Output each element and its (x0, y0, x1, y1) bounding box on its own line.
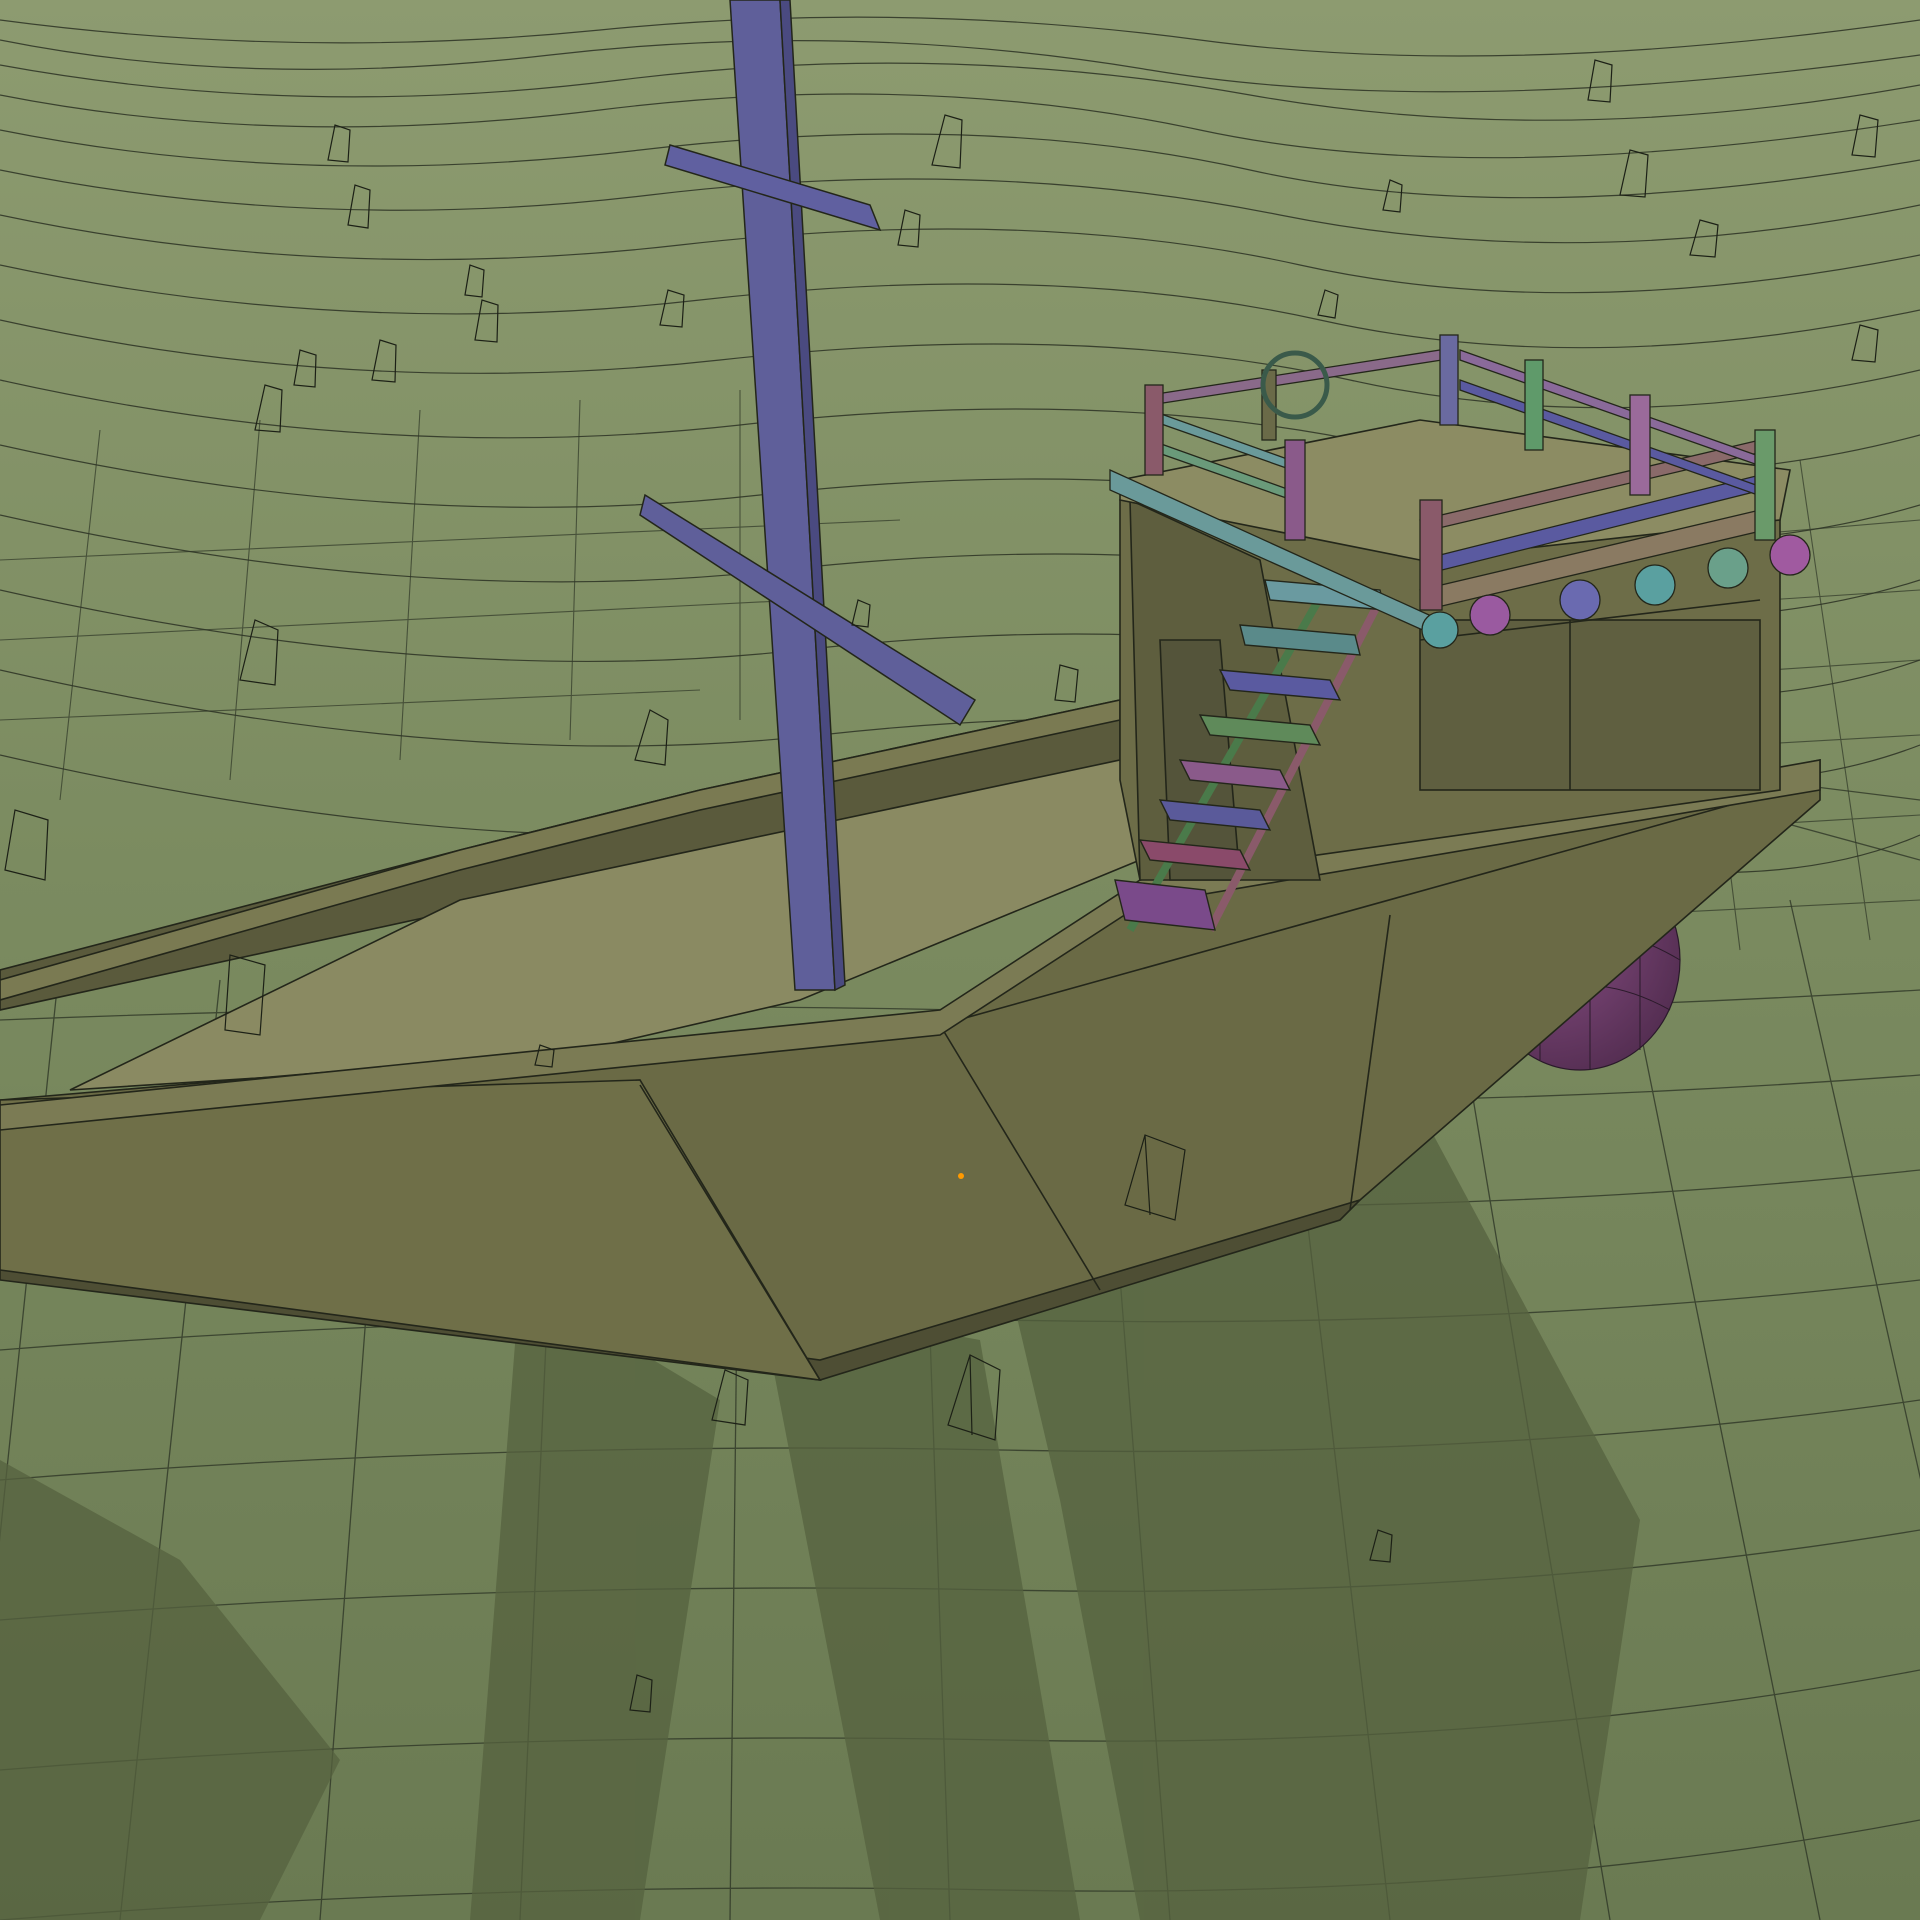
viewport-canvas[interactable] (0, 0, 1920, 1920)
3d-viewport[interactable] (0, 0, 1920, 1920)
object-origin (958, 1173, 964, 1179)
